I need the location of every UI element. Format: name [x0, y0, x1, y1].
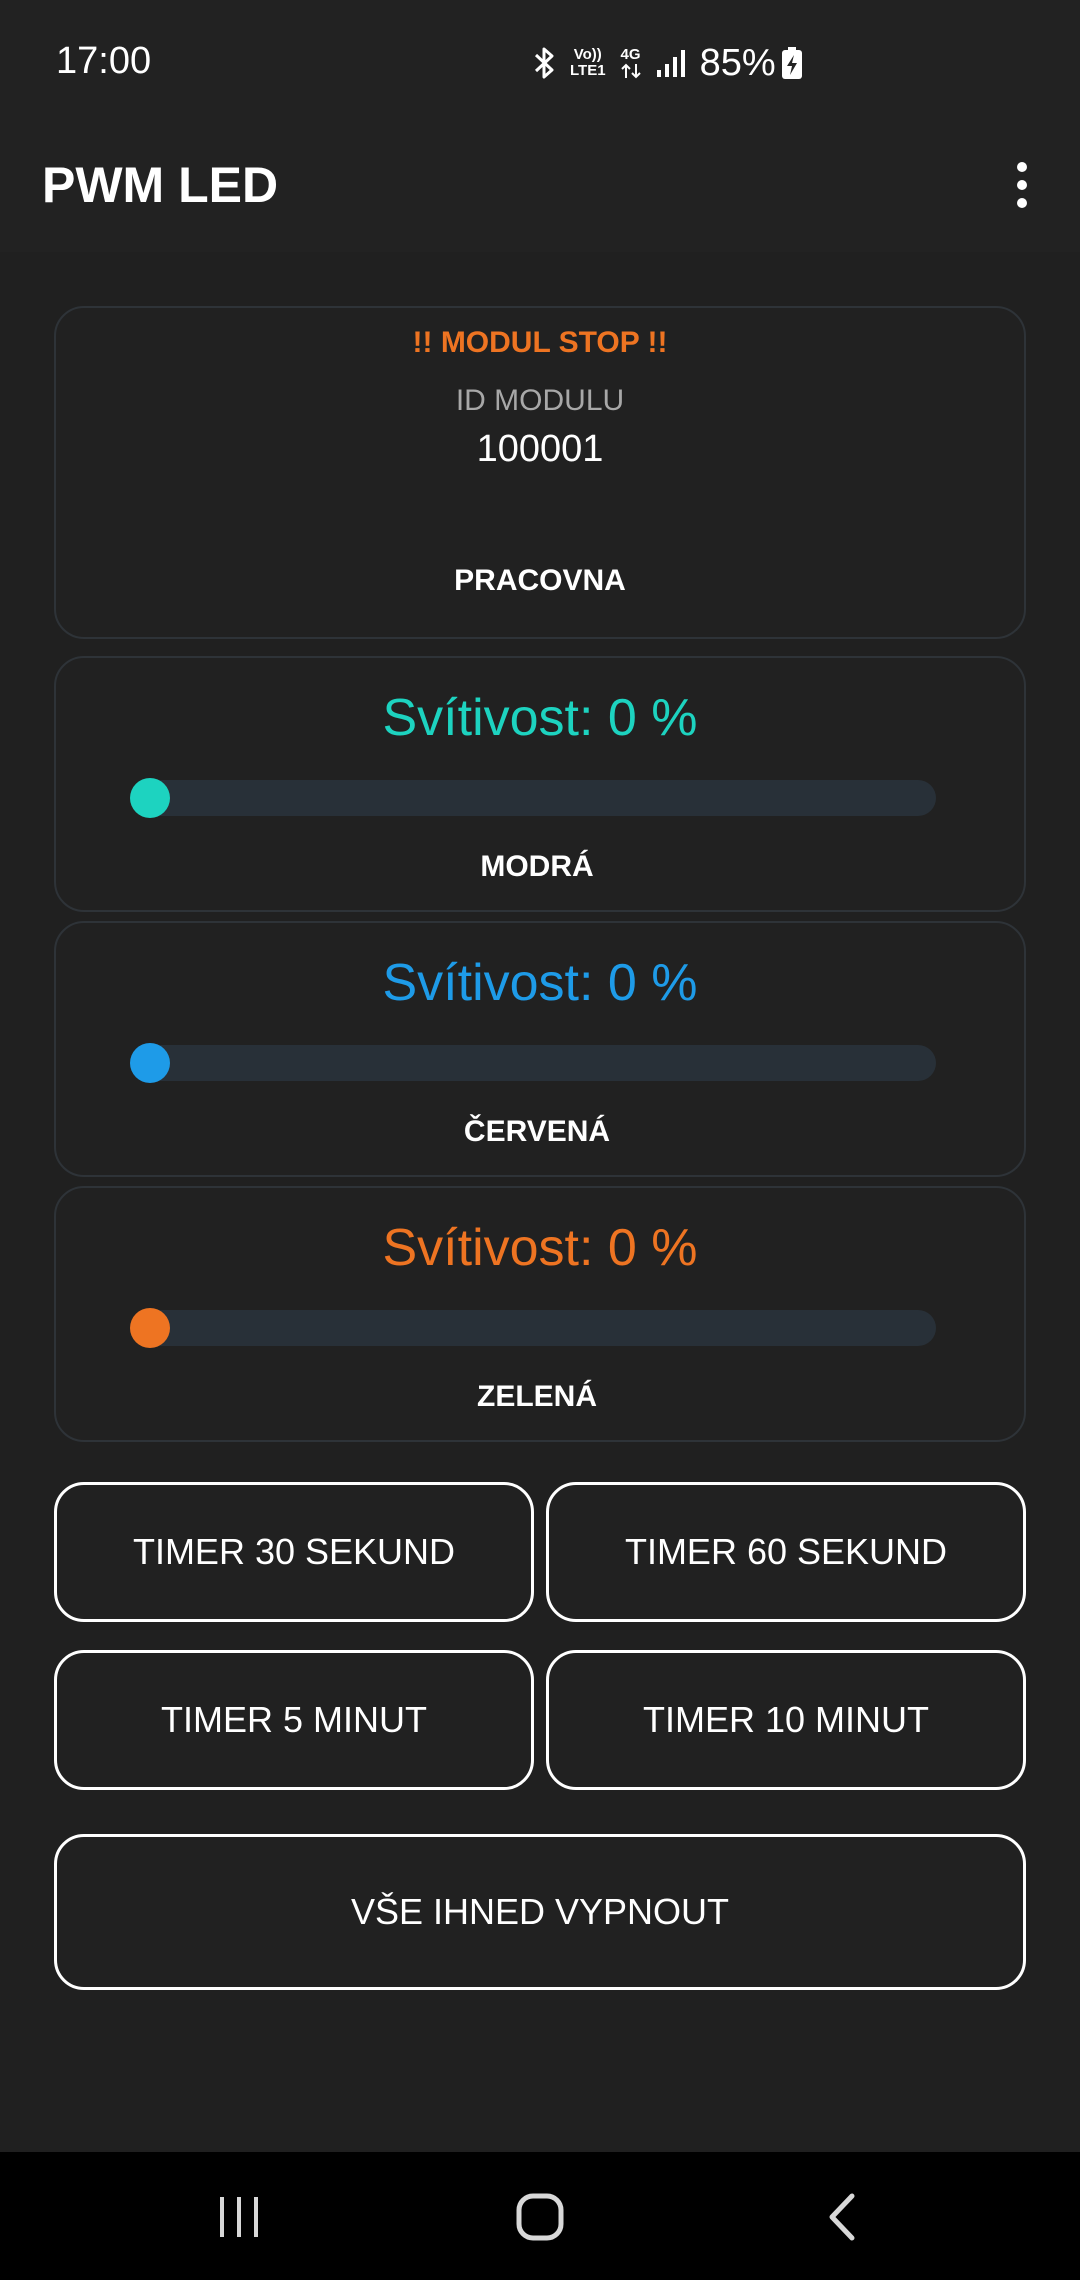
- slider-thumb[interactable]: [130, 1308, 170, 1348]
- slider-thumb[interactable]: [130, 1043, 170, 1083]
- data-type-label: 4G: [620, 46, 641, 63]
- module-name: PRACOVNA: [454, 564, 626, 597]
- brightness-slider[interactable]: [130, 778, 936, 818]
- home-icon[interactable]: [495, 2182, 585, 2252]
- volte-label: Vo)): [573, 46, 602, 63]
- slider-track[interactable]: [130, 1310, 936, 1346]
- led-card-zelena: Svítivost: 0 % ZELENÁ: [54, 1186, 1026, 1442]
- lte-label: LTE1: [570, 62, 606, 79]
- brightness-title: Svítivost: 0 %: [382, 1219, 698, 1277]
- all-off-button[interactable]: VŠE IHNED VYPNOUT: [54, 1834, 1026, 1990]
- module-id-label: ID MODULU: [455, 384, 625, 417]
- slider-thumb[interactable]: [130, 778, 170, 818]
- status-icons: Vo)) LTE1 4G 85%: [534, 38, 804, 88]
- led-card-modra: Svítivost: 0 % MODRÁ: [54, 656, 1026, 912]
- app-bar: PWM LED: [0, 120, 1080, 252]
- module-id-value: 100001: [476, 428, 604, 470]
- timer-10-minutes-button[interactable]: TIMER 10 MINUT: [546, 1650, 1026, 1790]
- battery-percent: 85%: [699, 41, 776, 84]
- app-title: PWM LED: [42, 157, 279, 213]
- brightness-slider[interactable]: [130, 1308, 936, 1348]
- timer-5-minutes-button[interactable]: TIMER 5 MINUT: [54, 1650, 534, 1790]
- module-card: !! MODUL STOP !! ID MODULU 100001 PRACOV…: [54, 306, 1026, 639]
- brightness-title: Svítivost: 0 %: [382, 954, 698, 1012]
- module-status: !! MODUL STOP !!: [412, 326, 668, 359]
- status-time: 17:00: [56, 40, 152, 82]
- timer-60-seconds-button[interactable]: TIMER 60 SEKUND: [546, 1482, 1026, 1622]
- signal-icon: [656, 48, 686, 78]
- timer-30-seconds-button[interactable]: TIMER 30 SEKUND: [54, 1482, 534, 1622]
- back-icon[interactable]: [798, 2182, 888, 2252]
- channel-label: MODRÁ: [480, 850, 594, 883]
- slider-track[interactable]: [130, 780, 936, 816]
- slider-track[interactable]: [130, 1045, 936, 1081]
- brightness-title: Svítivost: 0 %: [382, 689, 698, 747]
- battery-charging-icon: [780, 46, 804, 80]
- 4g-data-icon: 4G: [620, 47, 642, 79]
- navigation-bar: [0, 2152, 1080, 2280]
- channel-label: ČERVENÁ: [463, 1115, 611, 1148]
- led-card-cervena: Svítivost: 0 % ČERVENÁ: [54, 921, 1026, 1177]
- volte-icon: Vo)) LTE1: [570, 47, 606, 79]
- channel-label: ZELENÁ: [477, 1380, 597, 1413]
- recent-apps-icon[interactable]: [194, 2182, 284, 2252]
- bluetooth-icon: [534, 46, 556, 80]
- status-bar: 17:00 Vo)) LTE1 4G 85%: [0, 0, 1080, 120]
- brightness-slider[interactable]: [130, 1043, 936, 1083]
- more-vert-icon[interactable]: [1000, 150, 1044, 220]
